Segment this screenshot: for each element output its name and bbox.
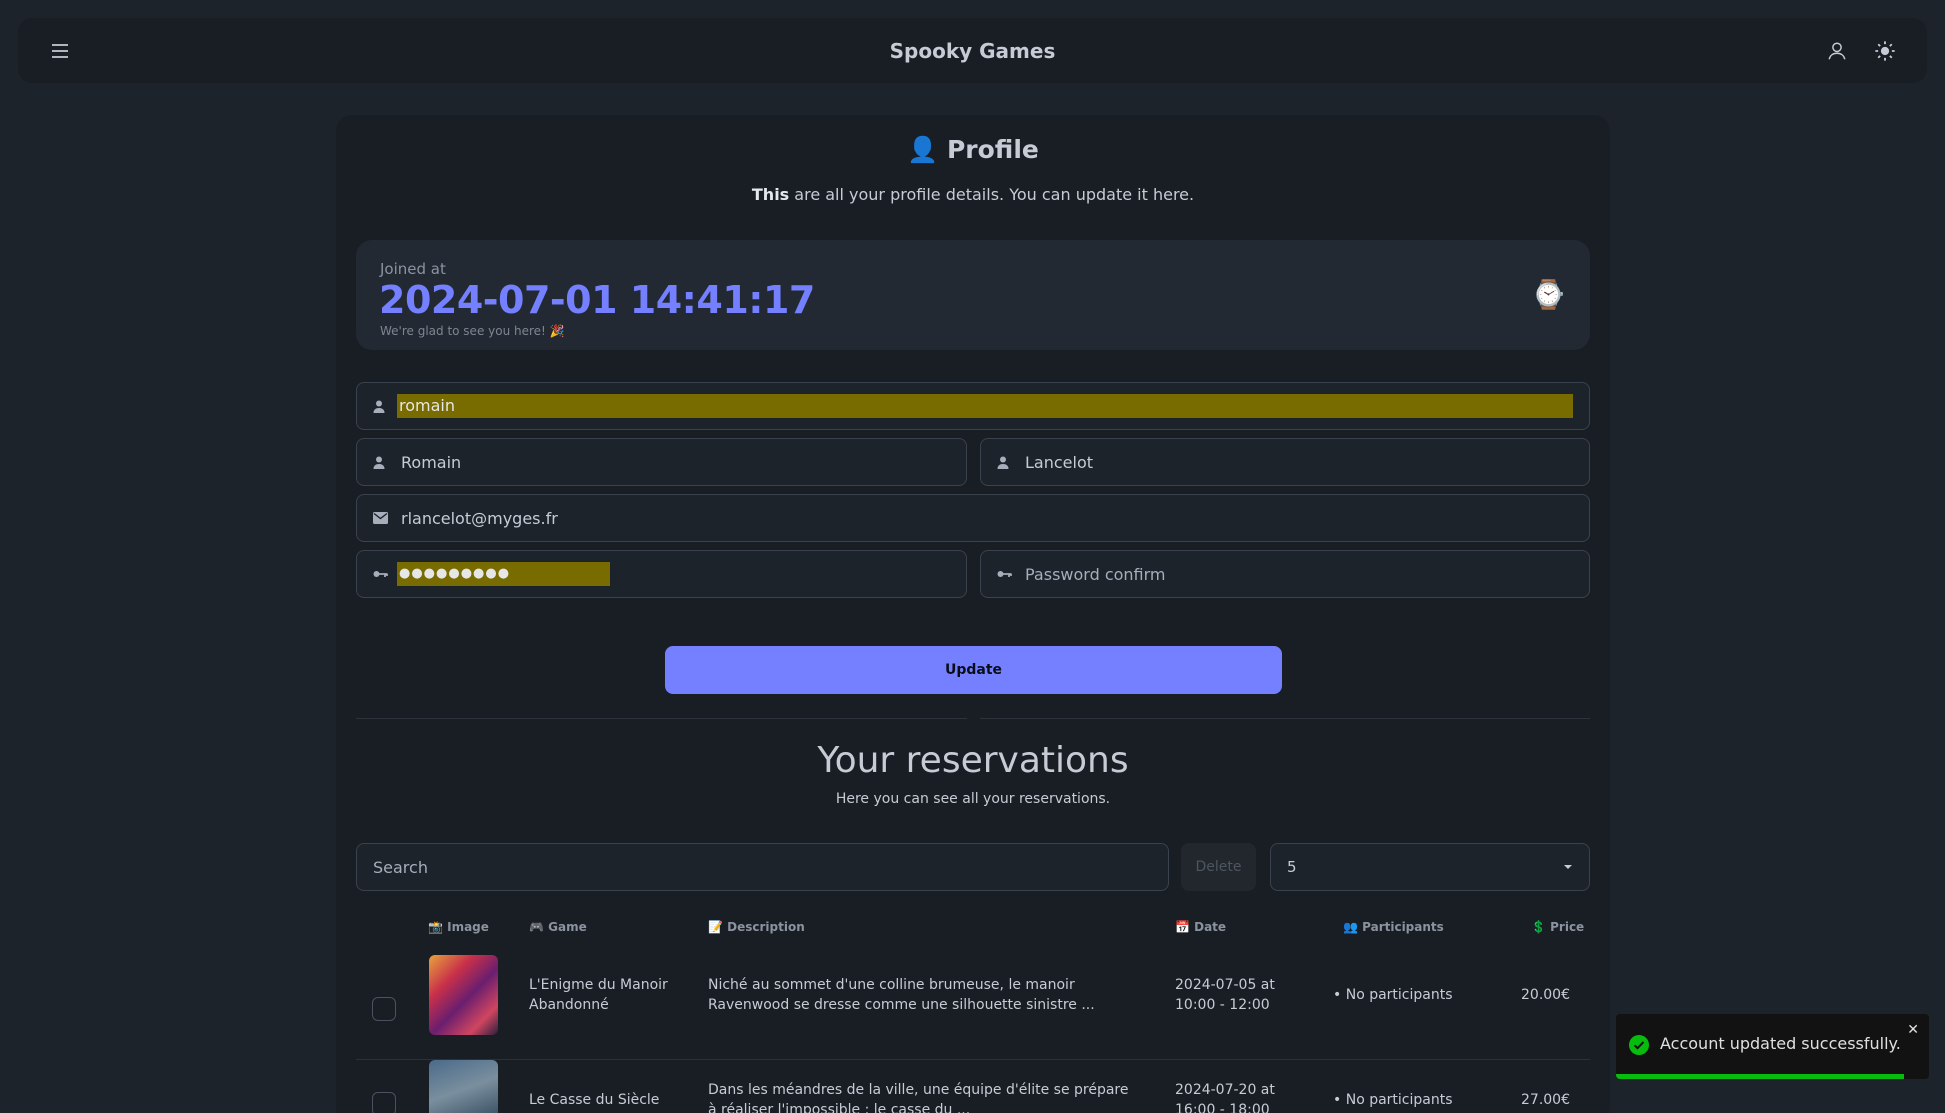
app-title: Spooky Games [889, 38, 1056, 63]
profile-title-text: Profile [946, 135, 1039, 164]
profile-title-icon: 👤 [907, 135, 939, 164]
firstname-input[interactable] [393, 439, 966, 485]
user-icon [997, 456, 1017, 469]
column-header-participants[interactable]: 👥 Participants [1343, 920, 1444, 934]
hamburger-icon [52, 43, 68, 58]
per-page-value: 5 [1287, 858, 1297, 876]
key-icon [373, 569, 393, 579]
toast-message: Account updated successfully. [1660, 1034, 1901, 1053]
joined-desc: We're glad to see you here! 🎉 [380, 324, 565, 338]
update-button[interactable]: Update [665, 646, 1282, 694]
search-field[interactable] [356, 843, 1169, 891]
firstname-field[interactable] [356, 438, 967, 486]
password-confirm-input[interactable] [1017, 551, 1589, 597]
reservation-date: 2024-07-05 at 10:00 - 12:00 [1175, 977, 1275, 1013]
game-thumbnail [429, 1060, 498, 1113]
autofill-highlight [397, 394, 1573, 418]
user-icon [1828, 41, 1846, 59]
joined-stat: Joined at 2024-07-01 14:41:17 We're glad… [356, 240, 1590, 350]
game-description: Niché au sommet d'une colline brumeuse, … [708, 977, 1095, 1013]
column-header-game[interactable]: 🎮 Game [529, 920, 587, 934]
password-field[interactable]: ●●●●●●●●● [356, 550, 967, 598]
reservation-date: 2024-07-20 at 16:00 - 18:00 [1175, 1082, 1275, 1113]
game-name: L'Enigme du Manoir Abandonné [529, 977, 668, 1013]
row-checkbox[interactable] [372, 997, 396, 1021]
page-title: 👤 Profile [336, 135, 1610, 165]
mail-icon [373, 512, 393, 524]
column-header-description[interactable]: 📝 Description [708, 920, 805, 934]
row-checkbox[interactable] [372, 1092, 396, 1113]
table-row: L'Enigme du Manoir Abandonné Niché au so… [356, 955, 1590, 1060]
divider [356, 718, 967, 719]
game-description: Dans les méandres de la ville, une équip… [708, 1082, 1129, 1113]
profile-button[interactable] [1817, 31, 1857, 71]
lastname-field[interactable] [980, 438, 1590, 486]
game-thumbnail [429, 955, 498, 1035]
email-input[interactable] [393, 495, 1589, 541]
theme-toggle-button[interactable] [1865, 31, 1905, 71]
watch-icon: ⌚ [1531, 278, 1566, 311]
profile-subtitle: This are all your profile details. You c… [336, 185, 1610, 204]
close-icon[interactable]: ✕ [1907, 1022, 1919, 1038]
user-icon [373, 400, 393, 413]
joined-value: 2024-07-01 14:41:17 [379, 278, 815, 322]
delete-button[interactable]: Delete [1181, 843, 1256, 891]
reservations-subtitle: Here you can see all your reservations. [835, 791, 1111, 807]
price: 27.00€ [1521, 1092, 1570, 1108]
per-page-select[interactable]: 5 [1270, 843, 1590, 891]
table-row: Le Casse du Siècle Dans les méandres de … [356, 1060, 1590, 1113]
caret-down-icon [1564, 865, 1572, 869]
participants: • No participants [1333, 987, 1453, 1003]
profile-card: 👤 Profile This are all your profile deta… [336, 115, 1610, 1113]
menu-button[interactable] [40, 31, 80, 71]
user-icon [373, 456, 393, 469]
email-field[interactable] [356, 494, 1590, 542]
sun-icon [1875, 40, 1895, 61]
profile-subtitle-text: are all your profile details. You can up… [789, 185, 1195, 204]
key-icon [997, 569, 1017, 579]
search-input[interactable] [357, 844, 1168, 890]
username-field[interactable]: romain [356, 382, 1590, 430]
top-navbar: Spooky Games [18, 18, 1927, 83]
profile-subtitle-bold: This [751, 185, 790, 204]
password-confirm-field[interactable] [980, 550, 1590, 598]
check-circle-icon [1629, 1035, 1649, 1055]
toast-progress-bar [1616, 1074, 1904, 1079]
username-value: romain [399, 396, 455, 415]
column-header-price[interactable]: 💲 Price [1531, 920, 1584, 934]
price: 20.00€ [1521, 987, 1570, 1003]
column-header-date[interactable]: 📅 Date [1175, 920, 1226, 934]
participants-text: No participants [1345, 1092, 1453, 1108]
password-value: ●●●●●●●●● [399, 566, 511, 581]
game-name: Le Casse du Siècle [529, 1092, 660, 1108]
divider [980, 718, 1590, 719]
lastname-input[interactable] [1017, 439, 1589, 485]
success-toast: Account updated successfully. ✕ [1616, 1014, 1929, 1079]
participants: • No participants [1333, 1092, 1453, 1108]
reservations-title: Your reservations [817, 740, 1129, 781]
column-header-image[interactable]: 📸 Image [428, 920, 489, 934]
joined-label: Joined at [380, 260, 446, 278]
participants-text: No participants [1345, 987, 1453, 1003]
